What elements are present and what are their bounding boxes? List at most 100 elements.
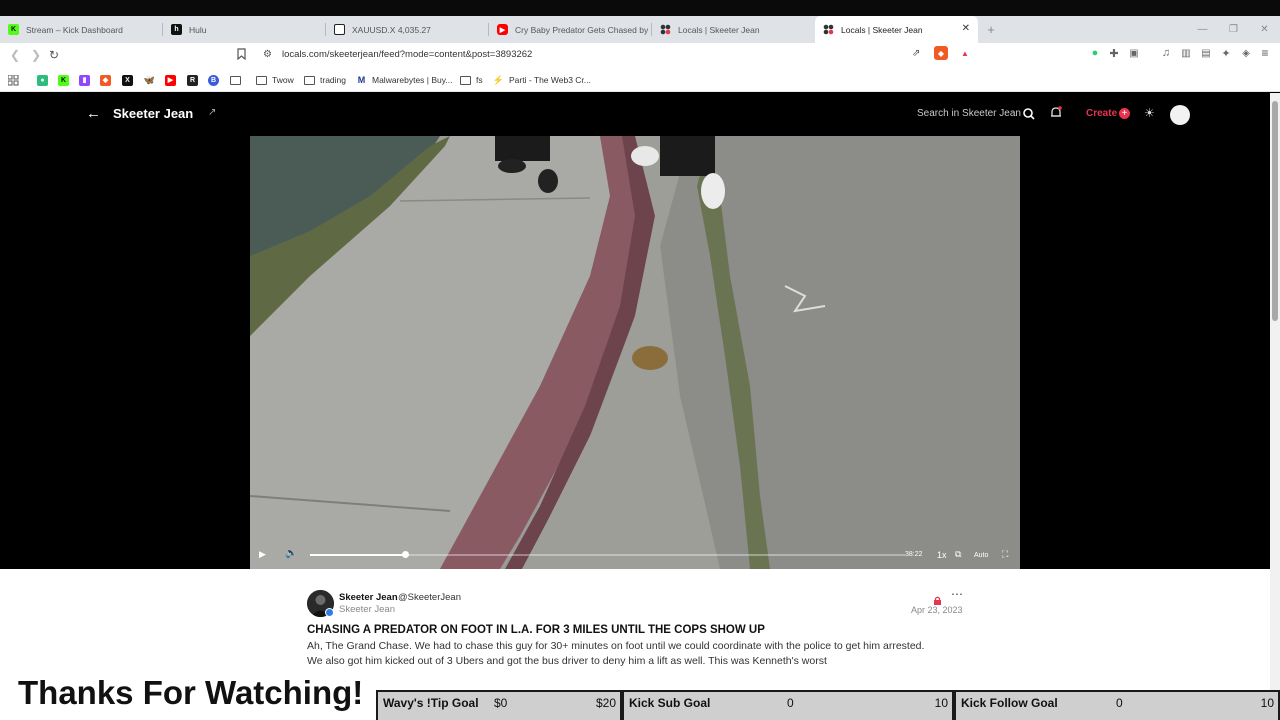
bookmark-malwarebytes[interactable]: M Malwarebytes | Buy...: [356, 73, 452, 87]
post-title[interactable]: CHASING A PREDATOR ON FOOT IN L.A. FOR 3…: [307, 624, 765, 636]
tab-xauusd[interactable]: XAUUSD.X 4,035.27: [326, 16, 489, 43]
sidebar-icon[interactable]: ▥: [1179, 46, 1193, 60]
wallet-icon[interactable]: ▤: [1199, 46, 1213, 60]
video-time: 38:22: [905, 551, 923, 558]
url-text[interactable]: locals.com/skeeterjean/feed?mode=content…: [282, 49, 532, 60]
cast-icon[interactable]: ⧉: [955, 549, 961, 560]
external-link-icon[interactable]: ↗: [208, 107, 216, 118]
search-icon[interactable]: [1023, 107, 1035, 125]
kick-icon: K: [8, 24, 19, 35]
playback-speed[interactable]: 1x: [937, 550, 947, 560]
bookmark-bluesky-icon[interactable]: 🦋: [144, 73, 160, 87]
theme-toggle-icon[interactable]: ☀: [1144, 106, 1155, 120]
tab-bar: K Stream – Kick Dashboard h Hulu XAUUSD.…: [0, 16, 1280, 43]
maximize-button[interactable]: ❐: [1218, 16, 1249, 43]
back-arrow-icon[interactable]: ←: [86, 105, 101, 122]
post-community[interactable]: Skeeter Jean: [339, 604, 395, 615]
menu-icon[interactable]: ≡: [1258, 46, 1272, 60]
brave-shields-icon[interactable]: ◆: [934, 46, 948, 60]
create-button[interactable]: Create: [1086, 108, 1117, 119]
bookmark-twitch-icon[interactable]: ▮: [79, 73, 95, 87]
new-tab-button[interactable]: +: [978, 16, 1004, 43]
tab-title: Cry Baby Predator Gets Chased by B: [515, 24, 652, 35]
close-window-button[interactable]: ✕: [1249, 16, 1280, 43]
share-icon[interactable]: ⇗: [912, 48, 920, 59]
scrollbar-thumb[interactable]: [1272, 101, 1278, 321]
quality-selector[interactable]: Auto: [974, 552, 988, 559]
play-icon[interactable]: ▶: [259, 549, 266, 560]
screenshot-icon[interactable]: ▣: [1127, 46, 1141, 60]
brave-rewards-icon[interactable]: ▲: [958, 46, 972, 60]
bookmark-icon[interactable]: [237, 48, 246, 63]
bookmark-blue-icon[interactable]: B: [208, 73, 224, 87]
goal-max: 10: [934, 696, 948, 710]
bookmark-youtube-icon[interactable]: ▶: [165, 73, 181, 87]
video-player[interactable]: ▶ 🔈 38:22 1x ⧉ Auto ⛶: [250, 136, 1020, 569]
reload-icon[interactable]: ↻: [49, 48, 59, 62]
bookmark-twow[interactable]: Twow: [256, 73, 294, 87]
bookmark-brave-icon[interactable]: ◆: [100, 73, 116, 87]
tab-youtube-video[interactable]: ▶ Cry Baby Predator Gets Chased by B: [489, 16, 652, 43]
tip-goal-bar: Wavy's !Tip Goal $0 $20: [376, 690, 622, 720]
forward-arrow-icon[interactable]: ❯: [31, 48, 41, 62]
verified-badge-icon: [325, 608, 334, 617]
tab-kick-dashboard[interactable]: K Stream – Kick Dashboard: [0, 16, 163, 43]
apps-grid-icon[interactable]: [8, 73, 19, 87]
bookmark-fs[interactable]: fs: [460, 73, 483, 87]
search-input[interactable]: Search in Skeeter Jean: [917, 108, 1021, 119]
site-header: ← Skeeter Jean ↗ Search in Skeeter Jean …: [0, 93, 1270, 569]
music-icon[interactable]: ♫: [1159, 46, 1173, 60]
volume-icon[interactable]: 🔈: [285, 548, 297, 559]
video-frame: [250, 136, 1020, 569]
locals-icon: [823, 24, 834, 35]
bookmark-x-icon[interactable]: X: [122, 73, 138, 87]
bookmark-logo-icon[interactable]: ●: [37, 73, 53, 87]
bookmark-label: Malwarebytes | Buy...: [372, 75, 453, 85]
lock-icon: [933, 592, 942, 605]
bookmark-label: Twow: [272, 75, 294, 85]
goal-current: $0: [494, 696, 508, 710]
youtube-icon: ▶: [497, 24, 508, 35]
bookmark-parti[interactable]: ⚡ Parti - The Web3 Cr...: [493, 73, 591, 87]
window-controls: — ❐ ✕: [1187, 16, 1280, 43]
minimize-button[interactable]: —: [1187, 16, 1218, 43]
bookmark-label: Parti - The Web3 Cr...: [509, 75, 591, 85]
top-strip: [0, 0, 1280, 16]
tab-title: XAUUSD.X 4,035.27: [352, 24, 431, 35]
video-progress-bar[interactable]: [310, 551, 905, 558]
close-tab-icon[interactable]: ✕: [962, 23, 970, 34]
back-arrow-icon[interactable]: ❮: [10, 48, 20, 62]
tab-locals-1[interactable]: Locals | Skeeter Jean: [652, 16, 815, 43]
page-scrollbar[interactable]: [1270, 93, 1280, 720]
bookmark-trading[interactable]: trading: [304, 73, 346, 87]
post-author-handle[interactable]: @SkeeterJean: [398, 592, 461, 603]
screen: K Stream – Kick Dashboard h Hulu XAUUSD.…: [0, 0, 1280, 720]
bookmark-label: fs: [476, 75, 483, 85]
goal-label: Kick Sub Goal: [629, 696, 711, 710]
plus-icon[interactable]: +: [1119, 108, 1130, 119]
folder-icon: [256, 75, 267, 85]
goal-label: Wavy's !Tip Goal: [383, 696, 479, 710]
url-box[interactable]: ⚙ locals.com/skeeterjean/feed?mode=conte…: [258, 46, 978, 65]
vpn-icon[interactable]: ◈: [1239, 46, 1253, 60]
site-settings-icon[interactable]: ⚙: [263, 49, 272, 60]
post-author-name[interactable]: Skeeter Jean: [339, 592, 398, 603]
bookmark-rumble-icon[interactable]: R: [187, 73, 203, 87]
extensions-puzzle-icon[interactable]: ✚: [1107, 46, 1121, 60]
more-options-icon[interactable]: ⋯: [951, 587, 963, 601]
extension-green-icon[interactable]: ●: [1088, 46, 1102, 60]
leo-ai-icon[interactable]: ✦: [1219, 46, 1233, 60]
user-avatar[interactable]: [1170, 105, 1190, 125]
sub-goal-bar: Kick Sub Goal 0 10: [622, 690, 954, 720]
bookmarks-bar: ● K ▮ ◆ X 🦋 ▶ R B Twow trading M Malwareb…: [0, 68, 1280, 92]
address-bar: ❮ ❯ ↻ ⚙ locals.com/skeeterjean/feed?mode…: [0, 43, 1280, 68]
tab-hulu[interactable]: h Hulu: [163, 16, 326, 43]
bookmark-kick-icon[interactable]: K: [58, 73, 74, 87]
tab-locals-active[interactable]: Locals | Skeeter Jean ✕: [815, 16, 978, 43]
goal-max: $20: [595, 696, 616, 710]
fullscreen-icon[interactable]: ⛶: [1002, 549, 1008, 560]
notification-bell-icon[interactable]: [1050, 106, 1062, 122]
goal-label: Kick Follow Goal: [961, 696, 1058, 710]
bookmark-folder-icon[interactable]: [230, 73, 246, 87]
post-date: Apr 23, 2023: [911, 605, 963, 615]
